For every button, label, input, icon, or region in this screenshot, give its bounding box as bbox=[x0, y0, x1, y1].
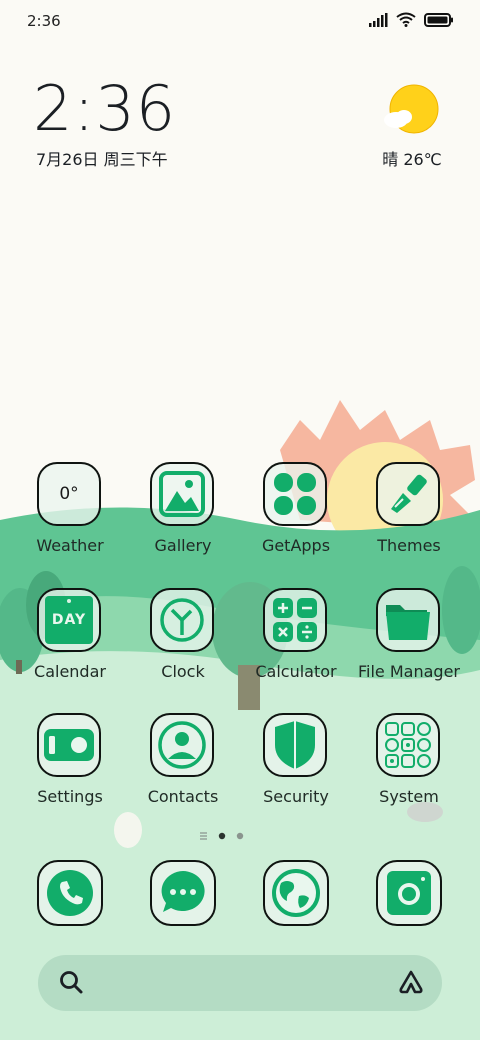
folder-icon bbox=[376, 588, 440, 652]
wifi-icon bbox=[396, 12, 416, 27]
app-file-manager[interactable]: File Manager bbox=[354, 588, 464, 698]
folder-glyph bbox=[386, 605, 430, 640]
page-indicator[interactable] bbox=[200, 830, 260, 842]
app-contacts[interactable]: Contacts bbox=[128, 713, 238, 823]
clock-icon bbox=[150, 588, 214, 652]
app-clock[interactable]: Clock bbox=[128, 588, 238, 698]
messages-icon bbox=[150, 860, 216, 926]
weather-icon: 0° bbox=[37, 462, 101, 526]
signal-icon bbox=[369, 12, 388, 27]
clover-glyph bbox=[274, 473, 316, 515]
app-getapps[interactable]: GetApps bbox=[241, 462, 351, 572]
app-calendar[interactable]: DAY Calendar bbox=[15, 588, 125, 698]
feed-icon bbox=[200, 832, 207, 840]
clock-widget-date: 7月26日 周三下午 bbox=[36, 150, 168, 169]
page-dot-active bbox=[218, 832, 226, 840]
app-label: Calculator bbox=[255, 662, 337, 681]
browser-glyph bbox=[272, 869, 320, 917]
brush-glyph bbox=[391, 474, 427, 513]
person-glyph bbox=[158, 721, 206, 769]
phone-icon bbox=[37, 860, 103, 926]
calculator-glyph bbox=[273, 598, 317, 642]
gallery-icon bbox=[150, 462, 214, 526]
battery-icon bbox=[424, 12, 453, 27]
camera-glyph bbox=[387, 871, 431, 915]
app-label: GetApps bbox=[261, 536, 331, 555]
shield-glyph bbox=[275, 721, 315, 769]
dock-messages[interactable] bbox=[150, 860, 216, 926]
page-dot bbox=[236, 832, 244, 840]
app-label: Gallery bbox=[154, 536, 212, 555]
shield-icon bbox=[263, 713, 327, 777]
gallery-glyph bbox=[159, 471, 205, 517]
app-label: Settings bbox=[37, 787, 103, 806]
app-weather[interactable]: 0° Weather bbox=[15, 462, 125, 572]
calendar-day-text: DAY bbox=[51, 612, 87, 628]
app-settings[interactable]: Settings bbox=[15, 713, 125, 823]
app-label: Themes bbox=[377, 536, 441, 555]
brush-icon bbox=[376, 462, 440, 526]
weather-widget-text: 晴 26℃ bbox=[382, 150, 442, 169]
messages-glyph bbox=[161, 871, 205, 912]
phone-glyph bbox=[47, 870, 93, 916]
search-bar[interactable] bbox=[38, 955, 442, 1011]
app-security[interactable]: Security bbox=[241, 713, 351, 823]
sun-cloud-icon bbox=[384, 84, 439, 134]
calendar-glyph: DAY bbox=[45, 596, 93, 644]
status-bar: 2:36 bbox=[0, 0, 480, 42]
dock-camera[interactable] bbox=[376, 860, 442, 926]
camera-icon bbox=[376, 860, 442, 926]
dock-phone[interactable] bbox=[37, 860, 103, 926]
calendar-icon: DAY bbox=[37, 588, 101, 652]
app-gallery[interactable]: Gallery bbox=[128, 462, 238, 572]
app-label: System bbox=[379, 787, 439, 806]
app-system[interactable]: System bbox=[354, 713, 464, 823]
toggle-glyph bbox=[44, 729, 94, 761]
app-label: Weather bbox=[36, 536, 104, 555]
dock-browser[interactable] bbox=[263, 860, 329, 926]
app-label: File Manager bbox=[358, 662, 460, 681]
app-label: Security bbox=[263, 787, 329, 806]
clock-widget-time[interactable]: 2:36 bbox=[33, 78, 176, 140]
app-label: Calendar bbox=[34, 662, 106, 681]
weather-icon-temp: 0° bbox=[59, 484, 79, 504]
app-label: Clock bbox=[161, 662, 205, 681]
status-icons bbox=[368, 12, 454, 27]
clock-glyph bbox=[160, 598, 204, 642]
app-themes[interactable]: Themes bbox=[354, 462, 464, 572]
search-icon bbox=[60, 971, 83, 994]
person-icon bbox=[150, 713, 214, 777]
calculator-icon bbox=[263, 588, 327, 652]
status-time: 2:36 bbox=[27, 12, 61, 30]
grid-icon bbox=[376, 713, 440, 777]
assistant-icon[interactable] bbox=[398, 969, 424, 995]
app-label: Contacts bbox=[147, 787, 219, 806]
clover-icon bbox=[263, 462, 327, 526]
system-folder-glyph bbox=[385, 722, 431, 768]
app-calculator[interactable]: Calculator bbox=[241, 588, 351, 698]
browser-icon bbox=[263, 860, 329, 926]
toggle-icon bbox=[37, 713, 101, 777]
